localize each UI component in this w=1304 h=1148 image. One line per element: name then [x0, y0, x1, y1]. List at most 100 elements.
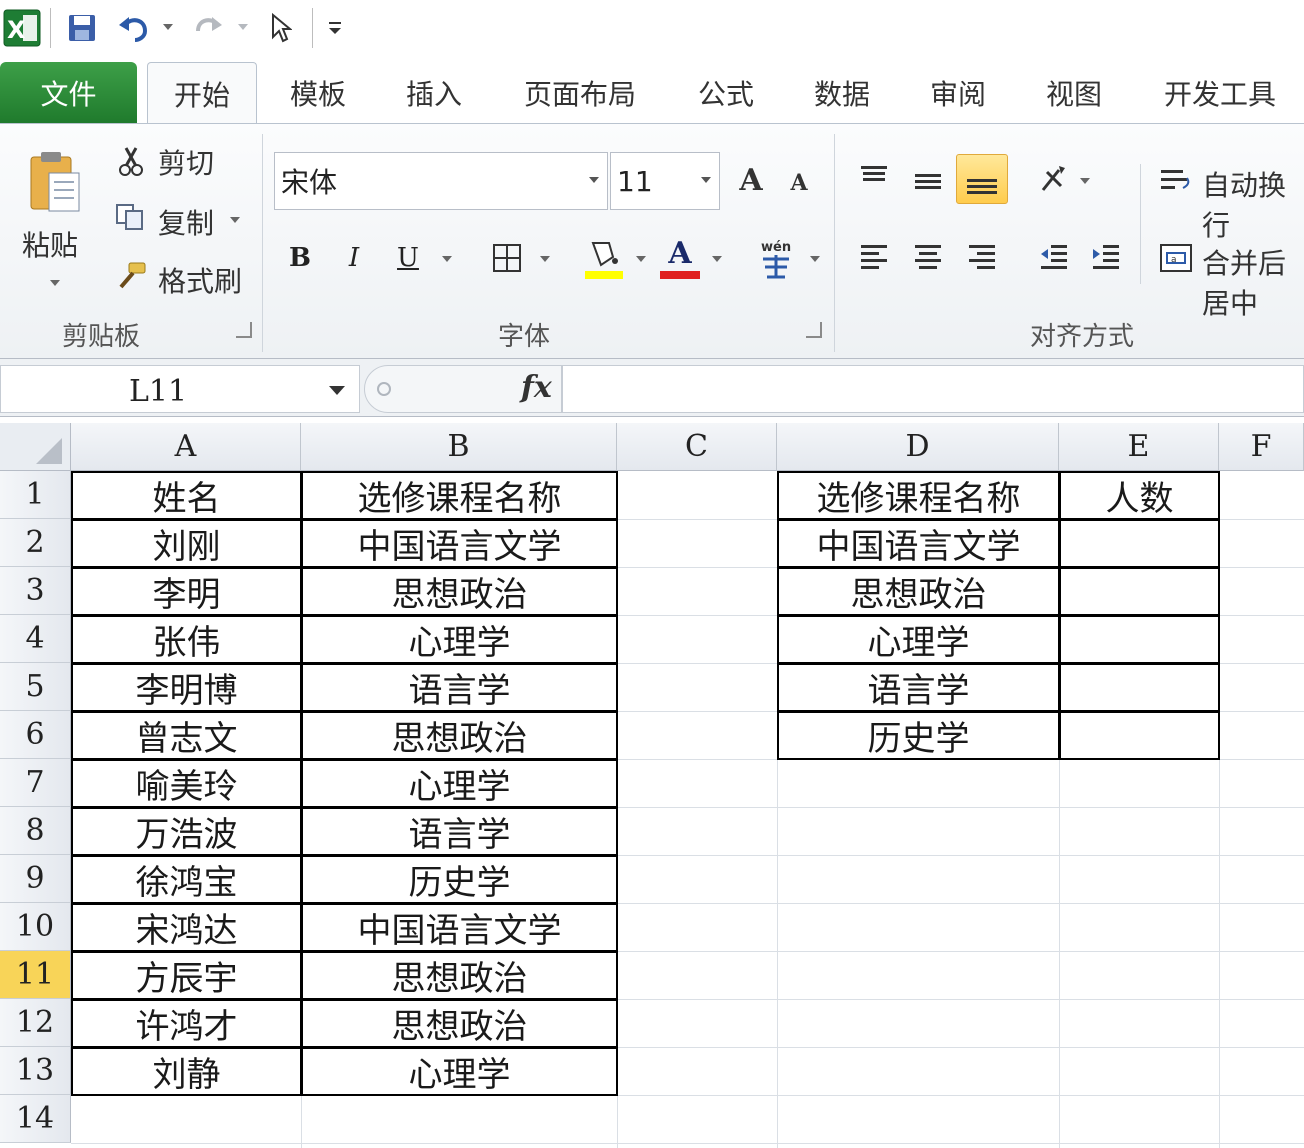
phonetic-guide-icon[interactable]: wén [756, 236, 796, 280]
cell-course-summary[interactable]: 语言学 [777, 663, 1060, 712]
cell-name[interactable]: 李明博 [71, 663, 302, 712]
font-launcher-icon[interactable] [806, 322, 822, 338]
row-header-14[interactable]: 14 [0, 1095, 71, 1143]
excel-icon[interactable]: X [2, 8, 42, 48]
cell-name[interactable]: 刘静 [71, 1047, 302, 1096]
borders-icon[interactable] [490, 240, 524, 276]
align-center-icon[interactable] [910, 238, 946, 274]
tab-data[interactable]: 数据 [798, 62, 886, 124]
redo-dropdown-arrow[interactable] [238, 24, 248, 30]
row-header-7[interactable]: 7 [0, 759, 71, 807]
cell-course[interactable]: 选修课程名称 [301, 471, 618, 520]
fill-color-dropdown-arrow[interactable] [636, 256, 646, 262]
cell-course[interactable]: 思想政治 [301, 999, 618, 1048]
font-color-icon[interactable]: A [658, 234, 702, 282]
cell-course[interactable]: 心理学 [301, 615, 618, 664]
column-header-c[interactable]: C [617, 423, 777, 471]
cell-course[interactable]: 语言学 [301, 663, 618, 712]
cell-name[interactable]: 徐鸿宝 [71, 855, 302, 904]
cell-name[interactable]: 许鸿才 [71, 999, 302, 1048]
select-pointer-icon[interactable] [266, 8, 296, 48]
paste-icon[interactable] [24, 142, 84, 222]
row-header-11[interactable]: 11 [0, 951, 71, 999]
row-header-5[interactable]: 5 [0, 663, 71, 711]
grow-font-icon[interactable]: A [734, 160, 768, 200]
cell-name[interactable]: 曾志文 [71, 711, 302, 760]
cell-count[interactable] [1059, 519, 1220, 568]
row-header-3[interactable]: 3 [0, 567, 71, 615]
cell-name[interactable]: 李明 [71, 567, 302, 616]
tab-insert[interactable]: 插入 [390, 62, 478, 124]
cell-count[interactable] [1059, 615, 1220, 664]
cell-name[interactable]: 张伟 [71, 615, 302, 664]
cell-count[interactable] [1059, 663, 1220, 712]
cell-course[interactable]: 中国语言文学 [301, 519, 618, 568]
undo-dropdown-arrow[interactable] [163, 24, 173, 30]
cell-course[interactable]: 思想政治 [301, 951, 618, 1000]
align-middle-icon[interactable] [910, 166, 946, 196]
cell-course-summary[interactable]: 心理学 [777, 615, 1060, 664]
cell-name[interactable]: 万浩波 [71, 807, 302, 856]
orientation-dropdown-arrow[interactable] [1080, 178, 1090, 184]
cell-course[interactable]: 心理学 [301, 759, 618, 808]
orientation-icon[interactable] [1036, 160, 1072, 200]
tab-review[interactable]: 审阅 [914, 62, 1002, 124]
row-header-9[interactable]: 9 [0, 855, 71, 903]
increase-indent-icon[interactable] [1088, 238, 1124, 274]
underline-dropdown-arrow[interactable] [442, 256, 452, 262]
cell-course-summary[interactable]: 选修课程名称 [777, 471, 1060, 520]
cell-course[interactable]: 中国语言文学 [301, 903, 618, 952]
select-all-corner[interactable] [0, 423, 71, 471]
underline-button[interactable]: U [392, 238, 424, 278]
copy-dropdown-arrow[interactable] [230, 217, 240, 223]
align-left-icon[interactable] [856, 238, 892, 274]
font-color-dropdown-arrow[interactable] [712, 256, 722, 262]
align-top-icon[interactable] [856, 160, 892, 190]
cell-course[interactable]: 思想政治 [301, 711, 618, 760]
decrease-indent-icon[interactable] [1036, 238, 1072, 274]
redo-icon[interactable] [190, 8, 226, 48]
fill-color-icon[interactable] [582, 234, 626, 282]
customize-qat-icon[interactable] [322, 8, 348, 48]
cell-course[interactable]: 思想政治 [301, 567, 618, 616]
cell-course-summary[interactable]: 思想政治 [777, 567, 1060, 616]
cell-name[interactable]: 宋鸿达 [71, 903, 302, 952]
row-header-12[interactable]: 12 [0, 999, 71, 1047]
cell-name[interactable]: 姓名 [71, 471, 302, 520]
font-size-combo[interactable]: 11 [610, 152, 720, 210]
undo-icon[interactable] [114, 8, 154, 48]
insert-function-icon[interactable]: fx [521, 370, 552, 405]
column-header-e[interactable]: E [1059, 423, 1219, 471]
cell-name[interactable]: 喻美玲 [71, 759, 302, 808]
merge-center-button[interactable]: 合并后居中 [1202, 242, 1304, 322]
column-header-b[interactable]: B [301, 423, 617, 471]
clipboard-launcher-icon[interactable] [236, 322, 252, 338]
column-header-f[interactable]: F [1219, 423, 1304, 471]
align-bottom-button[interactable] [956, 154, 1008, 204]
wrap-text-button[interactable]: 自动换行 [1202, 164, 1304, 244]
tab-page-layout[interactable]: 页面布局 [508, 62, 652, 124]
tab-home[interactable]: 开始 [147, 62, 257, 125]
formula-bar-resize-knob[interactable] [377, 382, 391, 396]
align-right-icon[interactable] [964, 238, 1000, 274]
cell-course[interactable]: 历史学 [301, 855, 618, 904]
cell-course[interactable]: 语言学 [301, 807, 618, 856]
tab-formulas[interactable]: 公式 [682, 62, 770, 124]
row-header-6[interactable]: 6 [0, 711, 71, 759]
save-icon[interactable] [64, 8, 100, 48]
cell-count[interactable] [1059, 567, 1220, 616]
borders-dropdown-arrow[interactable] [540, 256, 550, 262]
cell-course[interactable]: 心理学 [301, 1047, 618, 1096]
shrink-font-icon[interactable]: A [786, 166, 812, 200]
cell-course-summary[interactable]: 中国语言文学 [777, 519, 1060, 568]
copy-button[interactable]: 复制 [158, 202, 214, 242]
tab-template[interactable]: 模板 [272, 62, 364, 124]
paste-label[interactable]: 粘贴 [22, 224, 78, 264]
row-header-8[interactable]: 8 [0, 807, 71, 855]
row-header-4[interactable]: 4 [0, 615, 71, 663]
tab-view[interactable]: 视图 [1030, 62, 1118, 124]
row-header-13[interactable]: 13 [0, 1047, 71, 1095]
paste-dropdown-arrow[interactable] [50, 280, 60, 286]
italic-button[interactable]: I [338, 238, 370, 278]
cut-button[interactable]: 剪切 [158, 142, 214, 182]
